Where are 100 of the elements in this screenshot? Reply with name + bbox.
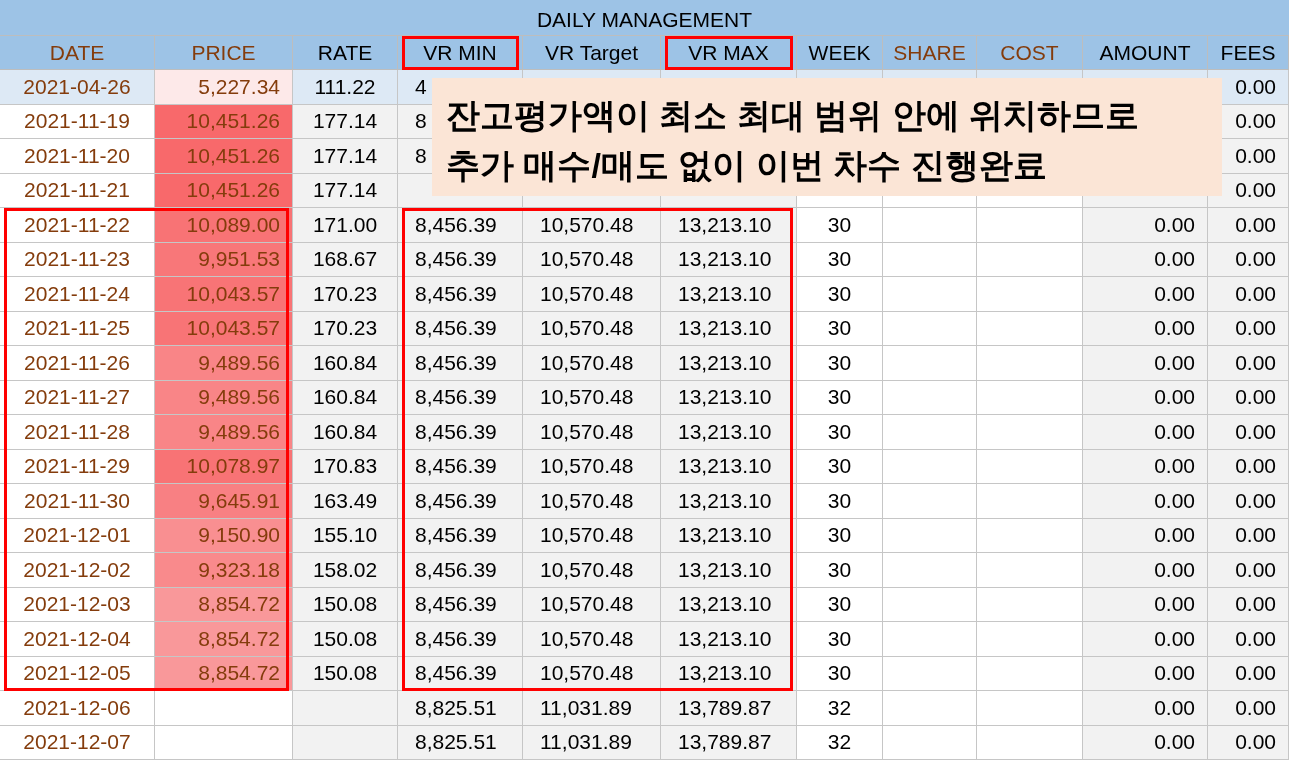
table-cell: 13,213.10 bbox=[661, 622, 797, 657]
table-cell: 0.00 bbox=[1083, 656, 1208, 691]
table-cell: 30 bbox=[797, 208, 883, 243]
table-cell: 10,078.97 bbox=[155, 449, 293, 484]
table-cell: 10,570.48 bbox=[523, 518, 661, 553]
table-cell: 9,150.90 bbox=[155, 518, 293, 553]
table-cell: 163.49 bbox=[293, 484, 398, 519]
table-cell: 32 bbox=[797, 725, 883, 760]
table-cell: 2021-12-01 bbox=[0, 518, 155, 553]
table-cell: 0.00 bbox=[1208, 277, 1289, 312]
table-cell: 8,456.39 bbox=[398, 277, 523, 312]
table-cell: 10,451.26 bbox=[155, 139, 293, 174]
table-cell: 2021-11-27 bbox=[0, 380, 155, 415]
table-cell: 170.83 bbox=[293, 449, 398, 484]
table-cell: 171.00 bbox=[293, 208, 398, 243]
table-cell: 177.14 bbox=[293, 173, 398, 208]
column-header: WEEK bbox=[797, 36, 883, 70]
table-cell: 10,570.48 bbox=[523, 346, 661, 381]
table-cell: 10,451.26 bbox=[155, 104, 293, 139]
column-header: SHARE bbox=[883, 36, 977, 70]
table-cell: 170.23 bbox=[293, 311, 398, 346]
column-header: FEES bbox=[1208, 36, 1289, 70]
table-cell: 13,213.10 bbox=[661, 484, 797, 519]
table-cell: 0.00 bbox=[1208, 311, 1289, 346]
table-cell: 30 bbox=[797, 587, 883, 622]
table-cell: 30 bbox=[797, 622, 883, 657]
table-cell: 8,825.51 bbox=[398, 691, 523, 726]
table-cell: 0.00 bbox=[1208, 484, 1289, 519]
table-cell: 2021-11-24 bbox=[0, 277, 155, 312]
table-cell: 10,043.57 bbox=[155, 277, 293, 312]
table-cell: 9,489.56 bbox=[155, 346, 293, 381]
table-cell: 13,789.87 bbox=[661, 725, 797, 760]
table-cell: 30 bbox=[797, 242, 883, 277]
table-cell: 0.00 bbox=[1208, 208, 1289, 243]
table-cell: 2021-11-21 bbox=[0, 173, 155, 208]
table-cell: 0.00 bbox=[1208, 725, 1289, 760]
table-cell: 160.84 bbox=[293, 415, 398, 450]
table-cell: 9,645.91 bbox=[155, 484, 293, 519]
table-cell: 8,456.39 bbox=[398, 587, 523, 622]
table-cell: 10,570.48 bbox=[523, 277, 661, 312]
table-cell: 0.00 bbox=[1208, 518, 1289, 553]
table-cell: 2021-12-02 bbox=[0, 553, 155, 588]
table-cell: 150.08 bbox=[293, 587, 398, 622]
table-cell: 13,213.10 bbox=[661, 277, 797, 312]
table-cell: 8,456.39 bbox=[398, 622, 523, 657]
column-header: RATE bbox=[293, 36, 398, 70]
table-cell: 2021-11-30 bbox=[0, 484, 155, 519]
table-cell: 158.02 bbox=[293, 553, 398, 588]
table-cell: 8,854.72 bbox=[155, 622, 293, 657]
table-cell: 10,570.48 bbox=[523, 449, 661, 484]
table-cell: 5,227.34 bbox=[155, 70, 293, 105]
table-cell: 30 bbox=[797, 277, 883, 312]
table-cell: 10,570.48 bbox=[523, 415, 661, 450]
table-cell: 0.00 bbox=[1208, 346, 1289, 381]
table-cell: 8,456.39 bbox=[398, 553, 523, 588]
table-cell: 0.00 bbox=[1083, 311, 1208, 346]
table-cell: 10,570.48 bbox=[523, 553, 661, 588]
table-cell: 10,451.26 bbox=[155, 173, 293, 208]
table-cell: 0.00 bbox=[1083, 277, 1208, 312]
table-cell: 0.00 bbox=[1208, 242, 1289, 277]
table-cell: 9,951.53 bbox=[155, 242, 293, 277]
table-cell: 10,570.48 bbox=[523, 380, 661, 415]
table-cell: 0.00 bbox=[1208, 622, 1289, 657]
column-header: DATE bbox=[0, 36, 155, 70]
table-cell: 0.00 bbox=[1083, 346, 1208, 381]
table-cell: 10,570.48 bbox=[523, 587, 661, 622]
table-cell: 2021-12-06 bbox=[0, 691, 155, 726]
table-cell: 9,323.18 bbox=[155, 553, 293, 588]
table-cell: 0.00 bbox=[1083, 622, 1208, 657]
table-cell: 13,789.87 bbox=[661, 691, 797, 726]
table-cell: 0.00 bbox=[1083, 587, 1208, 622]
table-cell: 8,456.39 bbox=[398, 311, 523, 346]
table-cell: 0.00 bbox=[1208, 691, 1289, 726]
table-title: DAILY MANAGEMENT bbox=[0, 0, 1289, 36]
table-cell: 30 bbox=[797, 518, 883, 553]
table-cell: 2021-11-23 bbox=[0, 242, 155, 277]
table-cell: 11,031.89 bbox=[523, 691, 661, 726]
table-cell: 13,213.10 bbox=[661, 380, 797, 415]
column-header: AMOUNT bbox=[1083, 36, 1208, 70]
table-cell: 30 bbox=[797, 484, 883, 519]
table-cell: 30 bbox=[797, 380, 883, 415]
table-cell: 32 bbox=[797, 691, 883, 726]
table-cell: 160.84 bbox=[293, 346, 398, 381]
table-cell: 13,213.10 bbox=[661, 587, 797, 622]
table-cell: 8,456.39 bbox=[398, 346, 523, 381]
table-cell: 30 bbox=[797, 656, 883, 691]
table-cell: 2021-04-26 bbox=[0, 70, 155, 105]
column-header: COST bbox=[977, 36, 1083, 70]
table-cell: 155.10 bbox=[293, 518, 398, 553]
table-cell: 2021-11-19 bbox=[0, 104, 155, 139]
table-cell: 11,031.89 bbox=[523, 725, 661, 760]
table-cell: 2021-11-26 bbox=[0, 346, 155, 381]
table-cell: 13,213.10 bbox=[661, 449, 797, 484]
table-cell: 2021-11-29 bbox=[0, 449, 155, 484]
table-cell: 30 bbox=[797, 553, 883, 588]
table-cell: 10,570.48 bbox=[523, 484, 661, 519]
table-cell: 0.00 bbox=[1208, 587, 1289, 622]
table-cell: 13,213.10 bbox=[661, 311, 797, 346]
table-cell: 2021-11-25 bbox=[0, 311, 155, 346]
table-cell: 0.00 bbox=[1083, 518, 1208, 553]
